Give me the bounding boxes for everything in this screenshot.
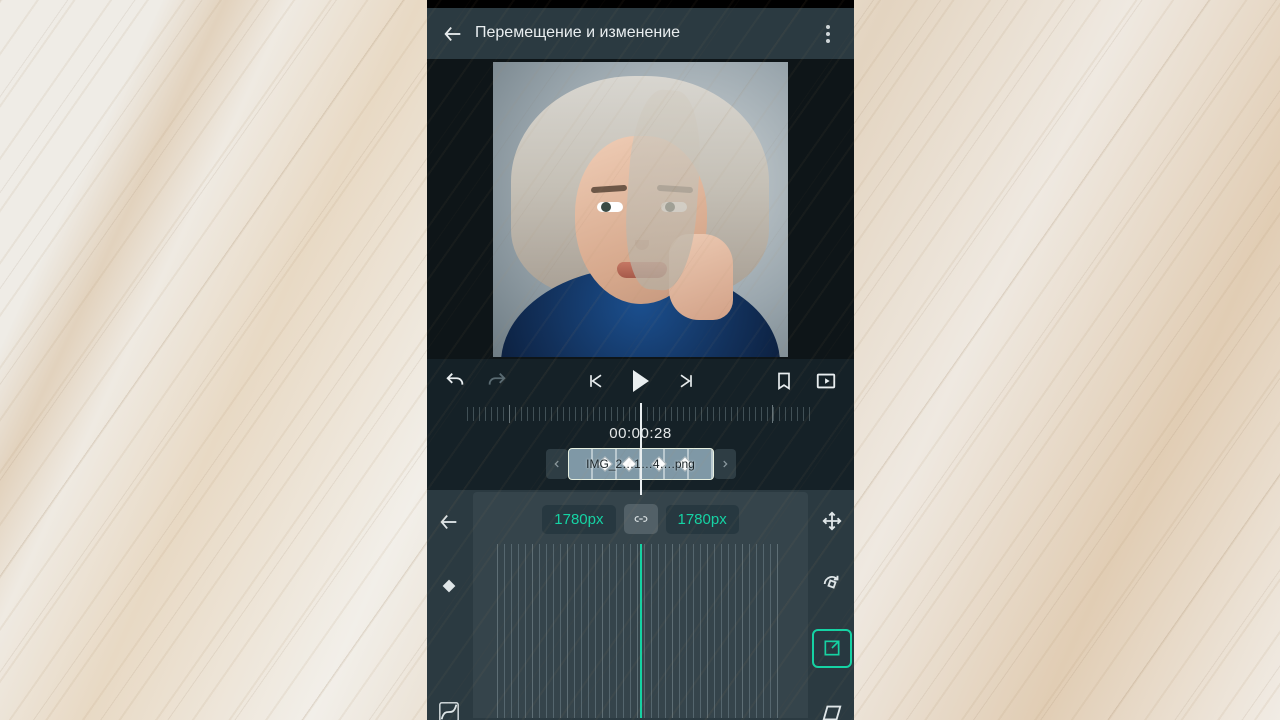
expand-play-icon	[815, 370, 837, 392]
curve-icon	[438, 701, 460, 720]
right-tool-column	[810, 490, 854, 720]
timeline-clip[interactable]: IMG_2…1…4….png	[568, 448, 714, 480]
fullscreen-button[interactable]	[812, 367, 840, 395]
left-tool-column	[427, 490, 471, 720]
panel-back-button[interactable]	[431, 504, 467, 540]
more-vertical-icon	[826, 25, 830, 43]
undo-button[interactable]	[441, 367, 469, 395]
chevron-right-icon	[720, 459, 730, 469]
undo-icon	[444, 370, 466, 392]
skew-tool-button[interactable]	[814, 696, 850, 720]
arrow-left-icon	[438, 511, 460, 533]
scale-tool-button[interactable]	[812, 629, 852, 668]
link-dimensions-toggle[interactable]	[624, 504, 658, 534]
skew-icon	[821, 702, 843, 720]
properties-panel: 1780px 1780px	[427, 490, 854, 720]
next-clip-button[interactable]	[714, 449, 736, 479]
skip-forward-icon	[676, 371, 696, 391]
status-bar	[427, 0, 854, 8]
link-icon	[632, 512, 650, 526]
easing-button[interactable]	[431, 694, 467, 720]
header-bar: Перемещение и изменение	[427, 8, 854, 59]
overflow-menu-button[interactable]	[810, 16, 846, 52]
preview-canvas[interactable]	[427, 59, 854, 359]
prev-clip-button[interactable]	[546, 449, 568, 479]
skip-end-button[interactable]	[672, 367, 700, 395]
diamond-icon	[440, 577, 458, 595]
app-window: Перемещение и изменение	[427, 0, 854, 720]
scale-icon	[822, 638, 842, 658]
play-icon	[633, 370, 649, 392]
move-tool-button[interactable]	[814, 504, 850, 539]
play-button[interactable]	[624, 367, 658, 395]
width-value-chip[interactable]: 1780px	[542, 505, 615, 534]
skip-back-icon	[586, 371, 606, 391]
timecode-display: 00:00:28	[427, 425, 854, 442]
add-keyframe-button[interactable]	[431, 568, 467, 604]
height-value-chip[interactable]: 1780px	[666, 505, 739, 534]
rotate-icon	[821, 573, 843, 595]
rotate-tool-button[interactable]	[814, 567, 850, 602]
page-title: Перемещение и изменение	[475, 24, 680, 42]
skip-start-button[interactable]	[582, 367, 610, 395]
bookmark-button[interactable]	[770, 367, 798, 395]
value-graph[interactable]	[497, 544, 784, 718]
timeline[interactable]: 00:00:28 IMG_2…1…4….png	[427, 403, 854, 490]
redo-button[interactable]	[483, 367, 511, 395]
back-button[interactable]	[435, 16, 471, 52]
arrow-left-icon	[442, 23, 464, 45]
size-editor: 1780px 1780px	[473, 492, 808, 718]
transport-bar	[427, 359, 854, 403]
move-icon	[821, 510, 843, 532]
chevron-left-icon	[552, 459, 562, 469]
bookmark-icon	[774, 371, 794, 391]
redo-icon	[486, 370, 508, 392]
graph-playhead	[640, 544, 642, 718]
preview-image	[493, 62, 788, 357]
time-ruler[interactable]	[467, 407, 814, 421]
clip-filename: IMG_2…1…4….png	[586, 457, 695, 471]
